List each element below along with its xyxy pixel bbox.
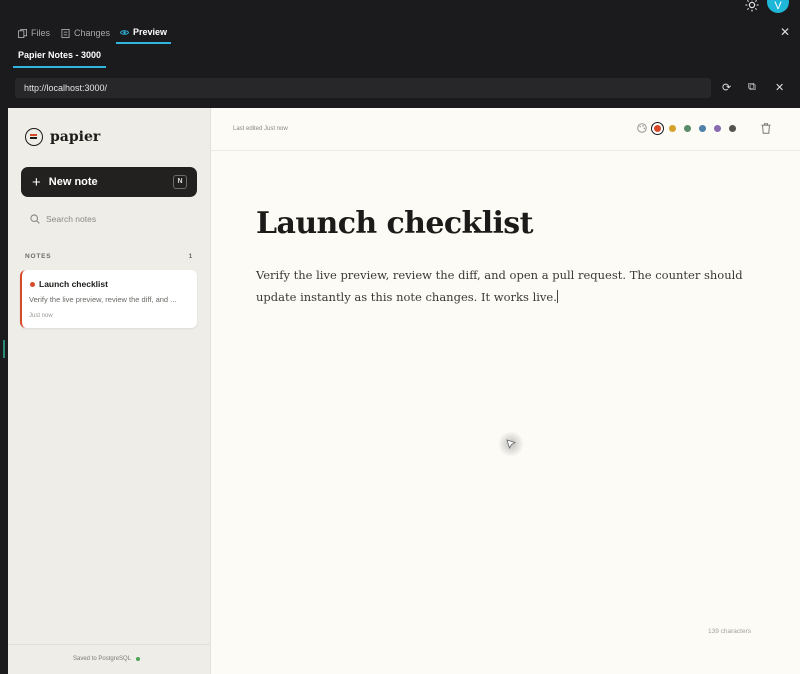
- save-status: Saved to PostgreSQL: [73, 656, 141, 662]
- papier-app: papier + New note N Search notes NOTES 1…: [8, 108, 800, 674]
- search-icon: [30, 214, 40, 224]
- note-item-time: Just now: [29, 313, 53, 319]
- sidebar: papier + New note N Search notes NOTES 1…: [8, 108, 211, 674]
- palette-icon: [637, 123, 647, 133]
- open-external-icon[interactable]: ⧉: [748, 81, 756, 94]
- shortcut-badge: N: [173, 175, 187, 189]
- save-status-dot: [136, 657, 141, 661]
- trash-icon[interactable]: [761, 123, 771, 134]
- note-list-item[interactable]: Launch checklist Verify the live preview…: [20, 270, 197, 328]
- tab-files-label: Files: [31, 28, 51, 38]
- papier-logo-icon: [25, 128, 43, 146]
- search-placeholder: Search notes: [46, 214, 97, 224]
- note-item-snippet: Verify the live preview, review the diff…: [29, 295, 177, 304]
- files-icon: [18, 28, 27, 38]
- note-color-dot: [30, 282, 35, 287]
- theme-toggle-sun-icon[interactable]: [745, 0, 759, 12]
- tab-preview-label: Preview: [133, 27, 168, 37]
- color-swatch-amber[interactable]: [669, 125, 676, 132]
- close-panel-icon[interactable]: ✕: [780, 25, 790, 39]
- text-caret: [556, 290, 558, 303]
- panel-resize-handle[interactable]: [3, 340, 5, 358]
- last-edited: Last edited Just now: [233, 126, 288, 132]
- user-avatar[interactable]: V: [767, 0, 789, 13]
- notes-heading: NOTES: [25, 253, 52, 260]
- search-input[interactable]: Search notes: [30, 214, 96, 224]
- changes-icon: [61, 28, 70, 38]
- tab-changes-label: Changes: [74, 28, 111, 38]
- panel-tabs: Files Changes Preview: [0, 18, 800, 44]
- editor-toolbar: Last edited Just now: [211, 108, 800, 151]
- new-note-label: New note: [48, 176, 98, 188]
- note-title[interactable]: Launch checklist: [256, 206, 533, 241]
- color-swatch-blue[interactable]: [699, 125, 706, 132]
- new-note-button[interactable]: + New note N: [21, 167, 197, 197]
- sidebar-footer-divider: [8, 644, 211, 645]
- note-editor: Last edited Just now Launch checklist Ve…: [211, 108, 800, 674]
- refresh-icon[interactable]: ⟳: [722, 81, 731, 94]
- color-swatch-purple[interactable]: [714, 125, 721, 132]
- tab-files[interactable]: Files: [18, 22, 50, 44]
- character-count: 139 characters: [708, 628, 751, 635]
- notes-section-header: NOTES 1: [25, 253, 193, 260]
- logo: papier: [25, 128, 100, 146]
- pointer-arrow-icon: [506, 439, 516, 449]
- logo-text: papier: [50, 129, 101, 145]
- eye-icon: [120, 29, 129, 35]
- mouse-pointer: [498, 431, 524, 457]
- color-swatch-gray[interactable]: [729, 125, 736, 132]
- url-bar: http://localhost:3000/ ⟳ ⧉ ✕: [0, 72, 800, 106]
- close-url-icon[interactable]: ✕: [775, 81, 784, 94]
- color-swatch-green[interactable]: [684, 125, 691, 132]
- note-body[interactable]: Verify the live preview, review the diff…: [256, 264, 748, 308]
- notes-count: 1: [188, 253, 193, 260]
- url-input[interactable]: http://localhost:3000/: [15, 78, 711, 98]
- top-bar: V: [0, 0, 800, 18]
- plus-icon: +: [32, 173, 41, 191]
- preview-subtab[interactable]: Papier Notes - 3000: [13, 46, 107, 68]
- note-item-title: Launch checklist: [39, 279, 108, 289]
- save-status-text: Saved to PostgreSQL: [73, 656, 132, 662]
- tab-changes[interactable]: Changes: [61, 22, 110, 44]
- color-swatch-red[interactable]: [651, 122, 664, 135]
- note-body-text: Verify the live preview, review the diff…: [256, 268, 743, 304]
- tab-preview[interactable]: Preview: [116, 22, 172, 44]
